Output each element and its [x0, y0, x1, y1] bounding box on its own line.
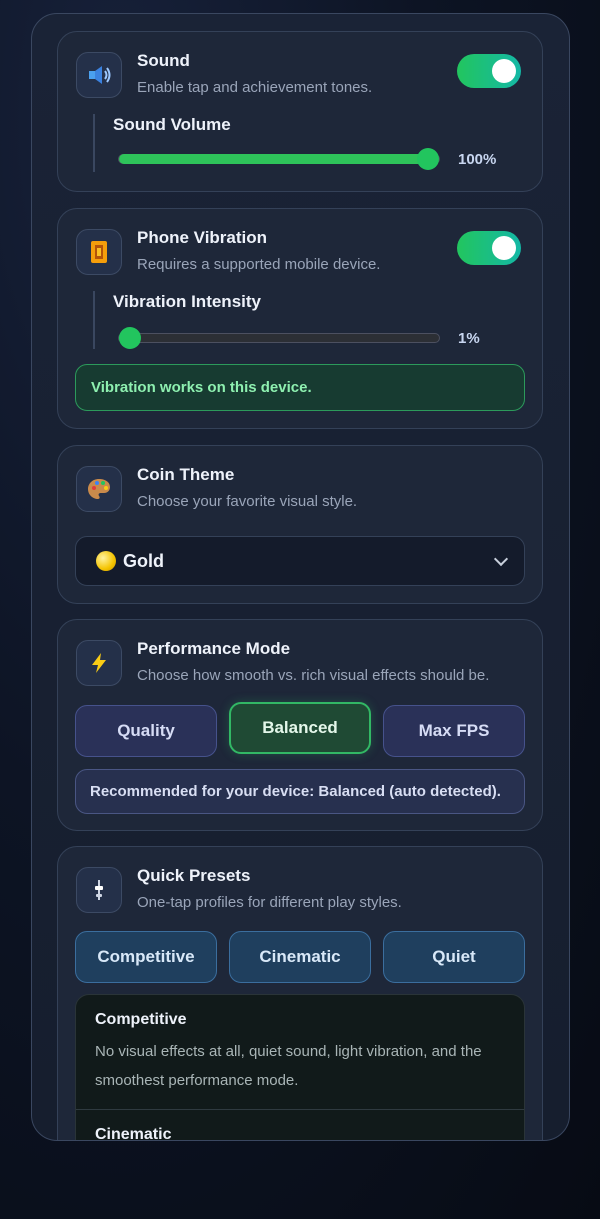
performance-option-balanced[interactable]: Balanced: [229, 702, 371, 754]
vibration-subtitle: Requires a supported mobile device.: [137, 256, 381, 273]
vibration-rail: [93, 291, 95, 349]
vibration-intensity-value: 1%: [458, 330, 480, 347]
vibration-status-notice: Vibration works on this device.: [75, 364, 525, 411]
performance-recommendation: Recommended for your device: Balanced (a…: [75, 769, 525, 814]
speaker-icon: [76, 52, 122, 98]
sound-volume-value: 100%: [458, 151, 497, 168]
coin-theme-card: Coin Theme Choose your favorite visual s…: [57, 445, 543, 604]
preset-button-cinematic[interactable]: Cinematic: [229, 931, 371, 983]
sound-volume-fill: [119, 154, 428, 164]
preset-description-divider: [76, 1109, 524, 1110]
sound-title: Sound: [137, 51, 190, 70]
preset-button-quiet[interactable]: Quiet: [383, 931, 525, 983]
preset-button-competitive[interactable]: Competitive: [75, 931, 217, 983]
sound-volume-thumb[interactable]: [417, 148, 439, 170]
coin-theme-select[interactable]: Gold: [75, 536, 525, 586]
preset-descriptions: Competitive No visual effects at all, qu…: [75, 994, 525, 1141]
vibration-toggle[interactable]: [457, 231, 521, 265]
vibration-card: Phone Vibration Requires a supported mob…: [57, 208, 543, 429]
performance-option-max-fps[interactable]: Max FPS: [383, 705, 525, 757]
sliders-icon: [76, 867, 122, 913]
sound-subtitle: Enable tap and achievement tones.: [137, 79, 373, 96]
vibration-intensity-label: Vibration Intensity: [113, 292, 261, 311]
vibration-icon: [76, 229, 122, 275]
preset-description-text: No visual effects at all, quiet sound, l…: [95, 1043, 482, 1089]
presets-subtitle: One-tap profiles for different play styl…: [137, 894, 402, 911]
settings-panel: Sound Enable tap and achievement tones. …: [31, 13, 570, 1141]
palette-icon: [76, 466, 122, 512]
preset-description-title: Cinematic: [95, 1126, 172, 1141]
preset-description-title: Competitive: [95, 1011, 187, 1028]
sound-rail: [93, 114, 95, 172]
performance-card: Performance Mode Choose how smooth vs. r…: [57, 619, 543, 831]
coin-theme-subtitle: Choose your favorite visual style.: [137, 493, 358, 510]
toggle-knob: [492, 236, 516, 260]
lightning-icon: [76, 640, 122, 686]
performance-title: Performance Mode: [137, 639, 291, 658]
toggle-knob: [492, 59, 516, 83]
vibration-intensity-thumb[interactable]: [119, 327, 141, 349]
sound-toggle[interactable]: [457, 54, 521, 88]
vibration-title: Phone Vibration: [137, 228, 268, 247]
sound-volume-label: Sound Volume: [113, 115, 231, 134]
coin-theme-title: Coin Theme: [137, 465, 235, 484]
performance-option-quality[interactable]: Quality: [75, 705, 217, 757]
presets-card: Quick Presets One-tap profiles for diffe…: [57, 846, 543, 1141]
vibration-intensity-slider[interactable]: [118, 327, 440, 349]
gold-coin-icon: [96, 551, 116, 571]
chevron-down-icon: [493, 551, 509, 567]
presets-title: Quick Presets: [137, 866, 251, 885]
coin-theme-selected-value: Gold: [123, 550, 164, 571]
performance-subtitle: Choose how smooth vs. rich visual effect…: [137, 667, 490, 684]
sound-volume-slider[interactable]: [118, 148, 440, 170]
sound-card: Sound Enable tap and achievement tones. …: [57, 31, 543, 192]
